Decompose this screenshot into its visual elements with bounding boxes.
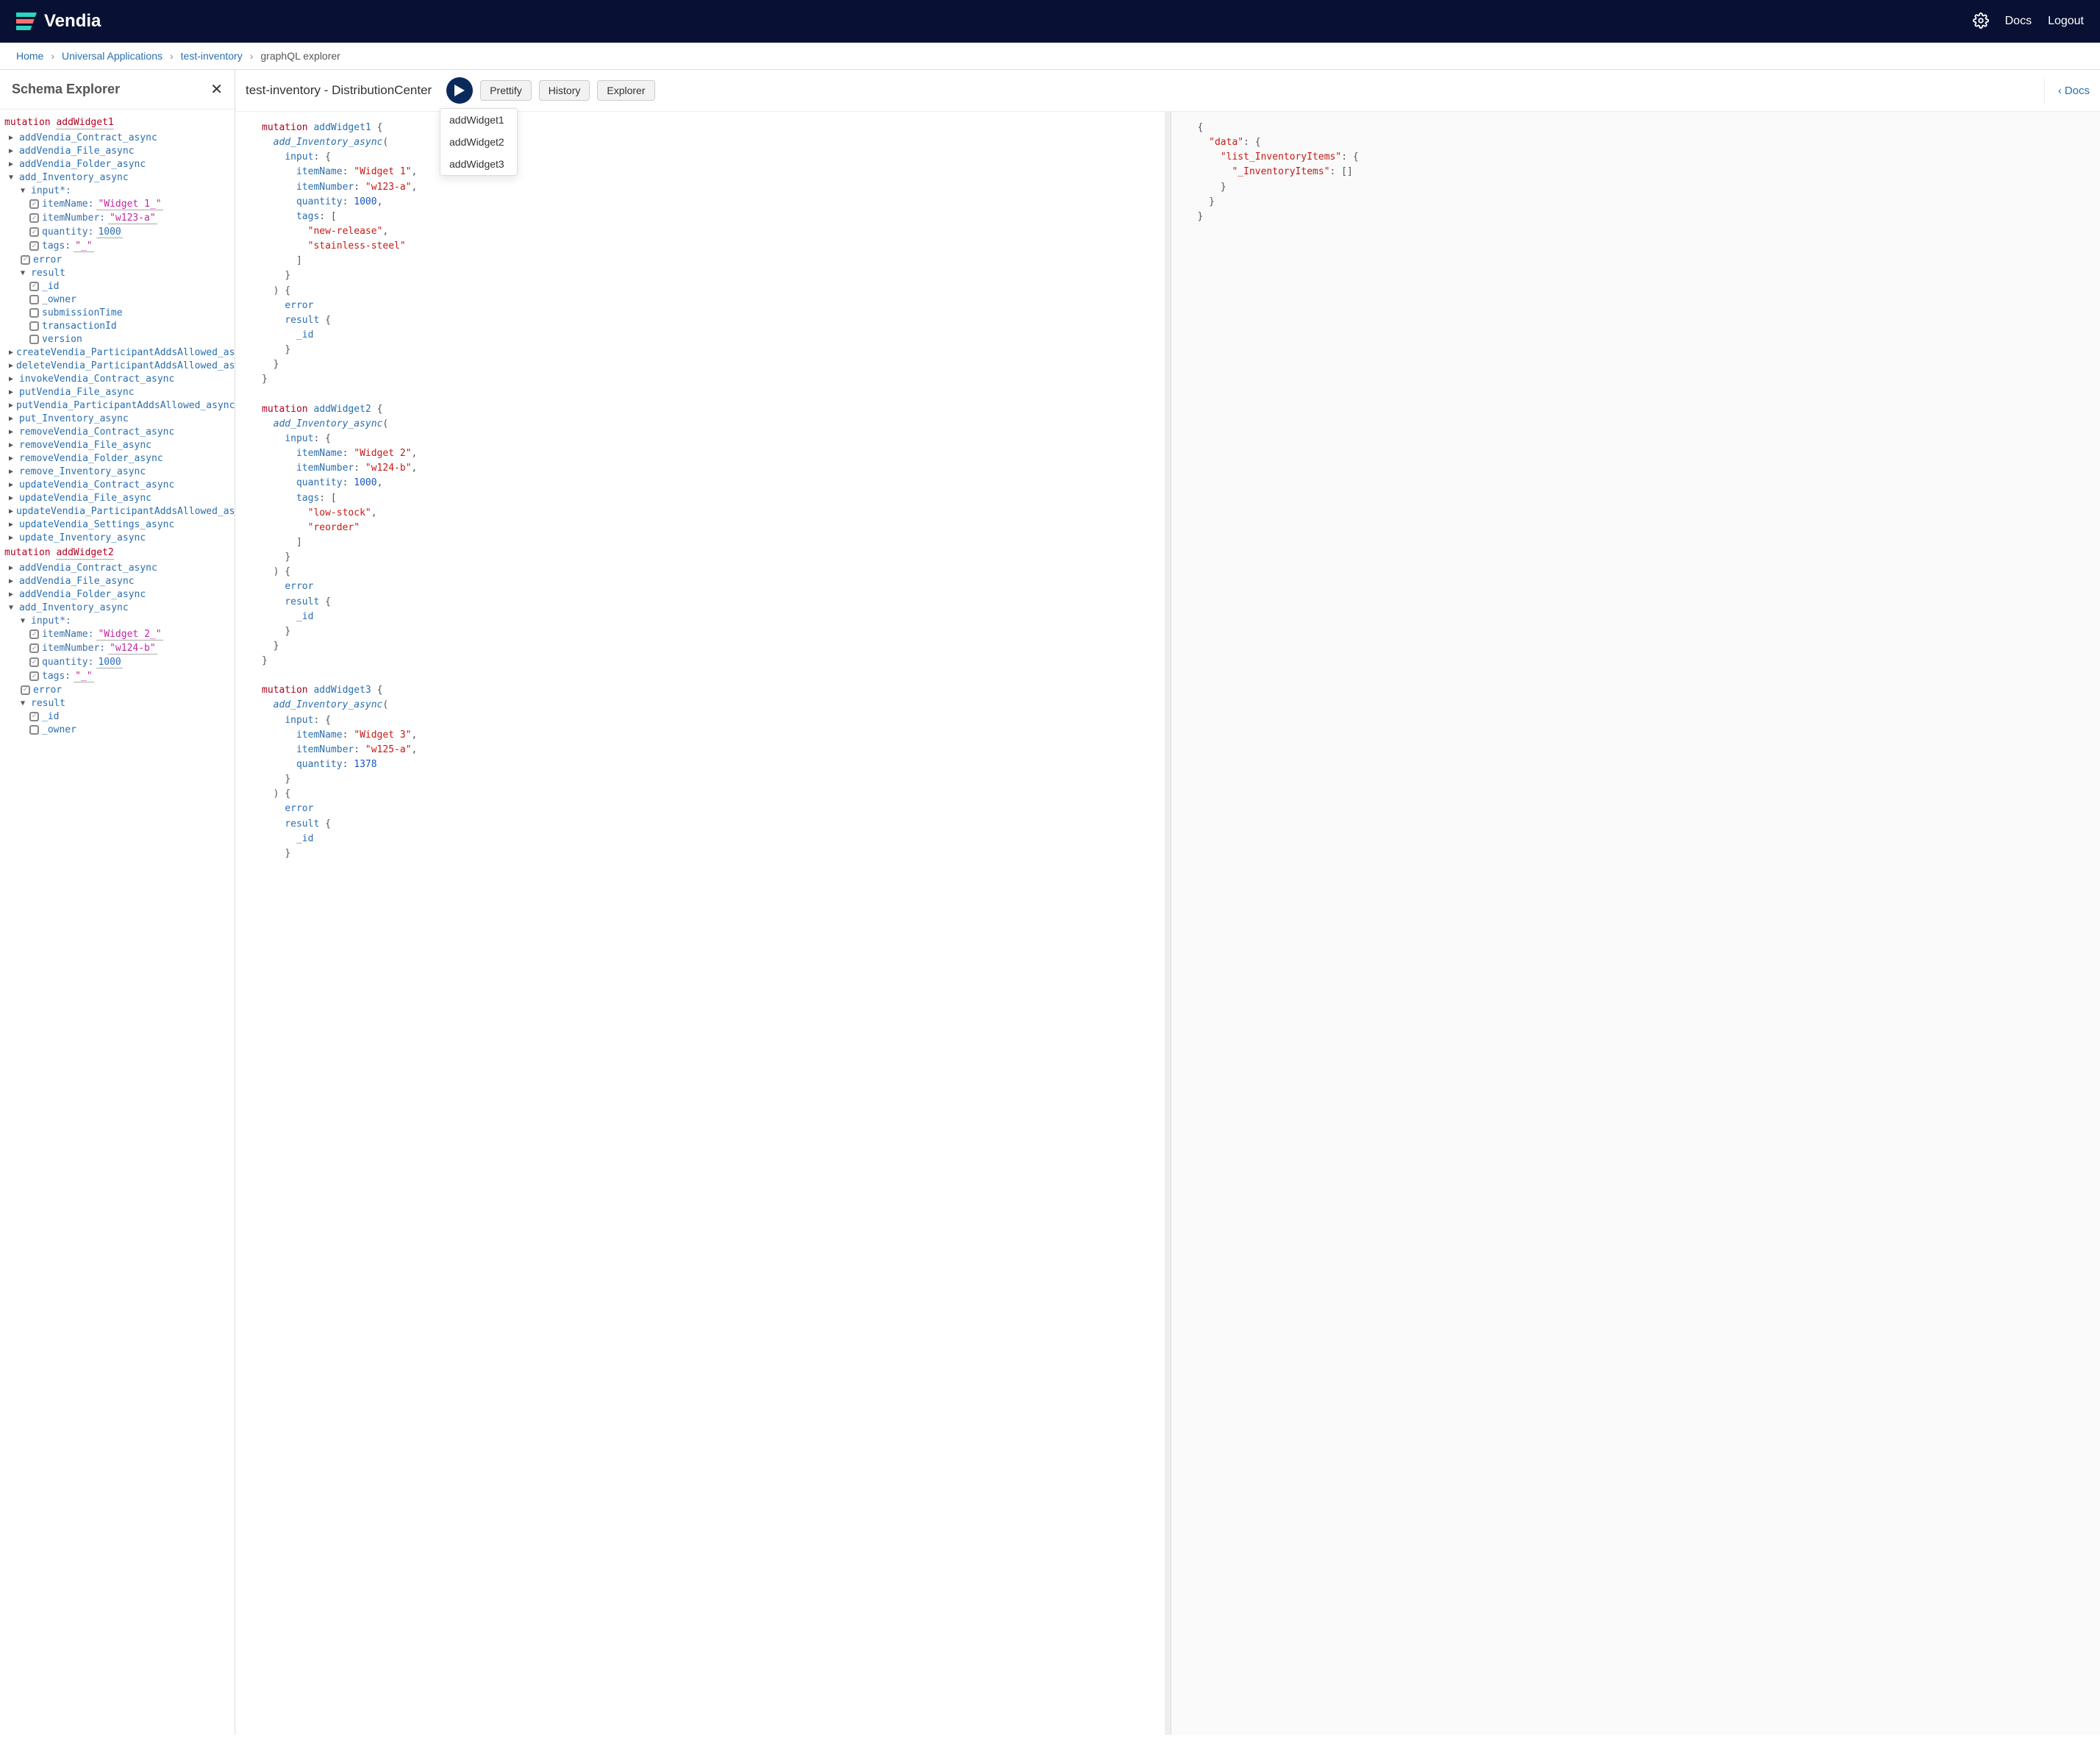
tree-node[interactable]: ▶putVendia_File_async xyxy=(3,385,232,399)
tree-node[interactable]: ▶removeVendia_File_async xyxy=(3,438,232,452)
field-itemname[interactable]: itemName:"Widget 1_" xyxy=(3,197,232,211)
field-id[interactable]: _id xyxy=(3,710,232,723)
schema-header: Schema Explorer ✕ xyxy=(0,70,235,110)
tree-node[interactable]: ▶addVendia_Contract_async xyxy=(3,131,232,144)
gear-icon[interactable] xyxy=(1973,13,1989,31)
schema-title: Schema Explorer xyxy=(12,82,120,97)
tree-node[interactable]: ▶updateVendia_Settings_async xyxy=(3,518,232,531)
chevron-right-icon: › xyxy=(250,50,254,62)
tree-node[interactable]: ▶updateVendia_File_async xyxy=(3,491,232,504)
mutation-header: mutation addWidget2 xyxy=(3,544,232,561)
field-tags[interactable]: tags:"_" xyxy=(3,669,232,683)
editors: mutation addWidget1 { add_Inventory_asyn… xyxy=(235,112,2100,1735)
field-itemnumber[interactable]: itemNumber:"w123-a" xyxy=(3,211,232,225)
field-error[interactable]: error xyxy=(3,253,232,266)
history-button[interactable]: History xyxy=(539,80,590,101)
field-quantity[interactable]: quantity:1000 xyxy=(3,655,232,669)
tree-node[interactable]: ▶addVendia_File_async xyxy=(3,144,232,157)
tree-node[interactable]: ▶addVendia_Folder_async xyxy=(3,588,232,601)
prettify-button[interactable]: Prettify xyxy=(480,80,532,101)
explorer-button[interactable]: Explorer xyxy=(597,80,654,101)
input-label[interactable]: ▼input*: xyxy=(3,184,232,197)
logout-link[interactable]: Logout xyxy=(2048,15,2084,28)
tree-node[interactable]: ▶addVendia_Contract_async xyxy=(3,561,232,574)
field-itemnumber[interactable]: itemNumber:"w124-b" xyxy=(3,641,232,655)
input-label[interactable]: ▼input*: xyxy=(3,614,232,627)
schema-body[interactable]: mutation addWidget1 ▶addVendia_Contract_… xyxy=(0,110,235,1735)
field-version[interactable]: version xyxy=(3,332,232,346)
field-id[interactable]: _id xyxy=(3,279,232,293)
brand-name: Vendia xyxy=(44,11,101,32)
run-dropdown: addWidget1 addWidget2 addWidget3 xyxy=(440,108,518,176)
mutation-header: mutation addWidget1 xyxy=(3,114,232,131)
schema-explorer-panel: Schema Explorer ✕ mutation addWidget1 ▶a… xyxy=(0,70,235,1735)
tree-node[interactable]: ▶invokeVendia_Contract_async xyxy=(3,372,232,385)
tree-node[interactable]: ▶updateVendia_ParticipantAddsAllowed_asy… xyxy=(3,504,232,518)
crumb-current: graphQL explorer xyxy=(260,50,340,62)
crumb-universal-apps[interactable]: Universal Applications xyxy=(62,50,162,62)
field-error[interactable]: error xyxy=(3,683,232,696)
close-icon[interactable]: ✕ xyxy=(210,80,223,99)
tree-node[interactable]: ▶updateVendia_Contract_async xyxy=(3,478,232,491)
tree-node[interactable]: ▶removeVendia_Folder_async xyxy=(3,452,232,465)
toolbar: test-inventory - DistributionCenter Pret… xyxy=(235,70,2100,112)
tree-node[interactable]: ▶addVendia_File_async xyxy=(3,574,232,588)
logo-icon xyxy=(16,13,37,30)
play-button[interactable] xyxy=(446,77,473,104)
tree-node[interactable]: ▶put_Inventory_async xyxy=(3,412,232,425)
topbar-right: Docs Logout xyxy=(1973,13,2084,31)
field-quantity[interactable]: quantity:1000 xyxy=(3,225,232,239)
tree-node[interactable]: ▶createVendia_ParticipantAddsAllowed_asy… xyxy=(3,346,232,359)
tree-node[interactable]: ▶deleteVendia_ParticipantAddsAllowed_asy… xyxy=(3,359,232,372)
tree-node[interactable]: ▶update_Inventory_async xyxy=(3,531,232,544)
graphiql-panel: test-inventory - DistributionCenter Pret… xyxy=(235,70,2100,1735)
result-pane[interactable]: { "data": { "list_InventoryItems": { "_I… xyxy=(1171,112,2100,1735)
docs-toggle[interactable]: ‹ Docs xyxy=(2044,77,2090,104)
crumb-home[interactable]: Home xyxy=(16,50,43,62)
query-editor[interactable]: mutation addWidget1 { add_Inventory_asyn… xyxy=(235,112,1171,1735)
breadcrumb: Home › Universal Applications › test-inv… xyxy=(0,43,2100,70)
tree-node[interactable]: ▶remove_Inventory_async xyxy=(3,465,232,478)
field-owner[interactable]: _owner xyxy=(3,723,232,736)
field-result[interactable]: ▼result xyxy=(3,696,232,710)
chevron-right-icon: › xyxy=(51,50,54,62)
workspace: Schema Explorer ✕ mutation addWidget1 ▶a… xyxy=(0,70,2100,1735)
run-option[interactable]: addWidget1 xyxy=(440,109,517,131)
tree-node-open[interactable]: ▼add_Inventory_async xyxy=(3,601,232,614)
topbar: Vendia Docs Logout xyxy=(0,0,2100,43)
field-tags[interactable]: tags:"_" xyxy=(3,239,232,253)
run-option[interactable]: addWidget2 xyxy=(440,131,517,153)
run-option[interactable]: addWidget3 xyxy=(440,153,517,175)
tree-node[interactable]: ▶addVendia_Folder_async xyxy=(3,157,232,171)
tree-node-open[interactable]: ▼add_Inventory_async xyxy=(3,171,232,184)
docs-link[interactable]: Docs xyxy=(2005,15,2032,28)
field-owner[interactable]: _owner xyxy=(3,293,232,306)
logo[interactable]: Vendia xyxy=(16,11,101,32)
field-result[interactable]: ▼result xyxy=(3,266,232,279)
tree-node[interactable]: ▶removeVendia_Contract_async xyxy=(3,425,232,438)
field-submissiontime[interactable]: submissionTime xyxy=(3,306,232,319)
field-transactionid[interactable]: transactionId xyxy=(3,319,232,332)
chevron-left-icon: ‹ xyxy=(2058,85,2062,97)
toolbar-title: test-inventory - DistributionCenter xyxy=(246,83,432,98)
tree-node[interactable]: ▶putVendia_ParticipantAddsAllowed_async xyxy=(3,399,232,412)
chevron-right-icon: › xyxy=(170,50,174,62)
crumb-inventory[interactable]: test-inventory xyxy=(181,50,243,62)
field-itemname[interactable]: itemName:"Widget 2_" xyxy=(3,627,232,641)
